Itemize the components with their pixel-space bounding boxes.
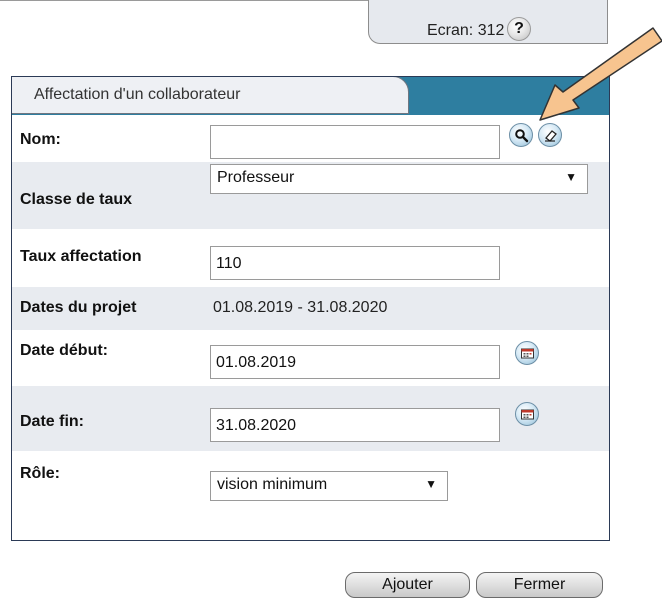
nom-label: Nom: [20, 131, 61, 148]
role-selected: vision minimum [217, 476, 328, 493]
screen-label: Ecran: 312 [427, 22, 505, 39]
classe-select[interactable]: Professeur ▼ [210, 164, 588, 194]
eraser-icon[interactable] [538, 123, 562, 147]
row-classe: Classe de taux Professeur ▼ [12, 162, 609, 229]
nom-input[interactable] [210, 125, 500, 159]
classe-selected: Professeur [217, 169, 295, 186]
search-icon[interactable] [509, 123, 533, 147]
help-icon[interactable]: ? [507, 17, 531, 41]
panel-title: Affectation d'un collaborateur [34, 86, 241, 103]
date-fin-input[interactable]: 31.08.2020 [210, 408, 500, 442]
add-button[interactable]: Ajouter [345, 572, 470, 598]
calendar-icon[interactable] [515, 402, 539, 426]
top-divider [0, 0, 368, 1]
calendar-icon[interactable] [515, 341, 539, 365]
row-date-fin: Date fin: 31.08.2020 [12, 386, 609, 451]
date-debut-input[interactable]: 01.08.2019 [210, 345, 500, 379]
row-date-debut: Date début: 01.08.2019 [12, 330, 609, 386]
classe-label: Classe de taux [20, 191, 133, 208]
taux-input[interactable]: 110 [210, 246, 500, 280]
dates-projet-value: 01.08.2019 - 31.08.2020 [213, 299, 388, 316]
role-label: Rôle: [20, 465, 60, 482]
row-taux: Taux affectation 110 [12, 229, 609, 287]
dates-projet-label: Dates du projet [20, 299, 137, 316]
taux-label: Taux affectation [20, 248, 142, 265]
close-button[interactable]: Fermer [476, 572, 603, 598]
row-role: Rôle: vision minimum ▼ [12, 451, 609, 540]
date-debut-label: Date début: [20, 342, 108, 359]
panel-tab: Affectation d'un collaborateur [12, 77, 409, 114]
row-nom: Nom: [12, 115, 609, 162]
chevron-down-icon: ▼ [565, 170, 577, 184]
date-fin-label: Date fin: [20, 413, 84, 430]
assign-collaborator-panel: Affectation d'un collaborateur Nom: Clas… [11, 76, 610, 541]
row-dates-projet: Dates du projet 01.08.2019 - 31.08.2020 [12, 287, 609, 330]
chevron-down-icon: ▼ [425, 477, 437, 491]
screen-tab: Ecran: 312 ? [368, 0, 608, 44]
role-select[interactable]: vision minimum ▼ [210, 471, 448, 501]
